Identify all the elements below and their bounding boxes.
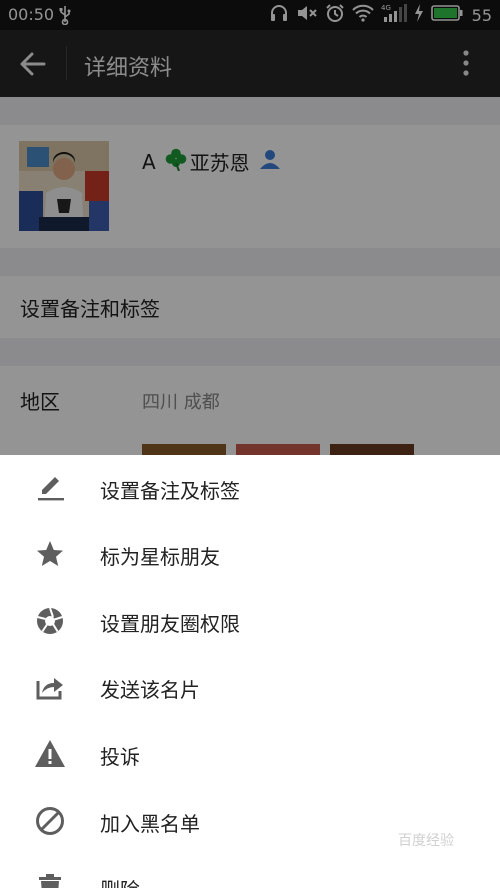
pencil-icon — [34, 472, 66, 504]
screen: 00:50 4G 55 详细资料 A 亚苏恩 设置备注和标签 地区 四川 成都 … — [0, 0, 500, 888]
menu-item-label: 发送该名片 — [100, 678, 200, 702]
menu-item-label: 标为星标朋友 — [100, 545, 220, 569]
menu-item-star-friend[interactable]: 标为星标朋友 — [0, 521, 500, 587]
star-icon — [34, 538, 66, 570]
menu-item-set-remark[interactable]: 设置备注及标签 — [0, 455, 500, 521]
menu-item-label: 投诉 — [100, 745, 140, 769]
share-icon — [34, 671, 66, 703]
modal-backdrop[interactable] — [0, 0, 500, 455]
warning-icon — [34, 738, 66, 770]
menu-item-send-card[interactable]: 发送该名片 — [0, 654, 500, 720]
menu-item-label: 设置朋友圈权限 — [100, 612, 240, 636]
menu-item-delete[interactable]: 删除 — [0, 854, 500, 888]
menu-item-label: 删除 — [100, 874, 140, 888]
menu-item-label: 加入黑名单 — [100, 812, 200, 836]
menu-item-label: 设置备注及标签 — [100, 479, 240, 503]
menu-item-moments-permission[interactable]: 设置朋友圈权限 — [0, 588, 500, 654]
aperture-icon — [34, 605, 66, 637]
action-sheet: 设置备注及标签 标为星标朋友 设置朋友圈权限 发送该名片 投诉 加入黑名单 — [0, 455, 500, 888]
trash-icon — [34, 871, 66, 888]
watermark: 百度经验 — [398, 833, 454, 849]
menu-item-report[interactable]: 投诉 — [0, 721, 500, 787]
block-icon — [34, 805, 66, 837]
